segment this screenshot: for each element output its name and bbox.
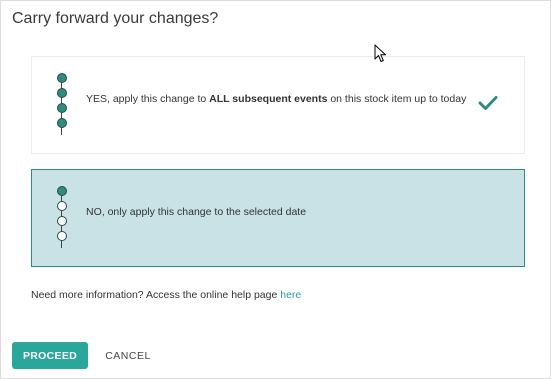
- timeline-dot: [57, 88, 67, 98]
- option-yes-label: YES, apply this change to ALL subsequent…: [86, 93, 466, 105]
- cancel-button[interactable]: CANCEL: [97, 342, 159, 369]
- option-yes-label-prefix: YES, apply this change to: [86, 93, 210, 105]
- option-yes-all-subsequent[interactable]: YES, apply this change to ALL subsequent…: [31, 56, 525, 154]
- timeline-dot: [57, 231, 67, 241]
- timeline-dot: [57, 103, 67, 113]
- carry-forward-dialog: Carry forward your changes? YES, apply t…: [0, 0, 551, 379]
- check-icon: [478, 96, 498, 110]
- option-no-label: NO, only apply this change to the select…: [86, 206, 307, 218]
- option-no-selected-date[interactable]: NO, only apply this change to the select…: [31, 169, 525, 267]
- dialog-title: Carry forward your changes?: [12, 10, 219, 27]
- timeline-dot: [57, 73, 67, 83]
- option-yes-label-bold: ALL subsequent events: [209, 93, 328, 105]
- help-text: Need more information? Access the online…: [31, 289, 301, 301]
- proceed-button[interactable]: PROCEED: [12, 342, 88, 369]
- help-text-label: Need more information? Access the online…: [31, 289, 281, 301]
- timeline-dot: [57, 216, 67, 226]
- mouse-cursor-icon: [374, 44, 386, 62]
- timeline-dot: [57, 118, 67, 128]
- timeline-dot: [57, 186, 67, 196]
- help-link[interactable]: here: [280, 289, 301, 301]
- option-yes-label-suffix: on this stock item up to today: [327, 93, 467, 105]
- timeline-dot: [57, 201, 67, 211]
